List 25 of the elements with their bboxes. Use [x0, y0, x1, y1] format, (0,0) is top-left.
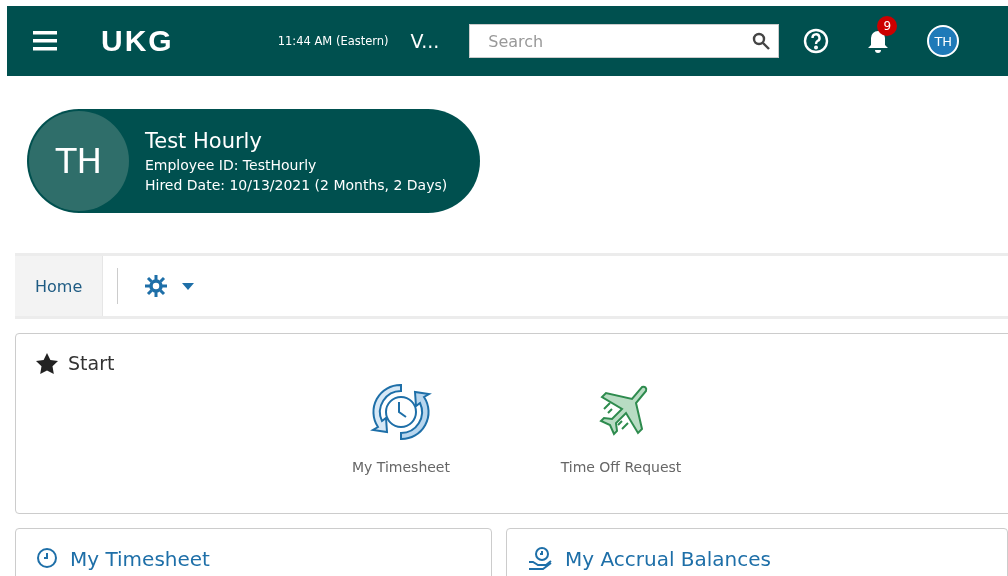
search-icon[interactable] — [752, 32, 771, 50]
caret-icon — [182, 282, 195, 290]
notification-badge: 9 — [877, 16, 898, 36]
employee-id: Employee ID: TestHourly — [145, 157, 318, 173]
logo[interactable]: UKG — [101, 24, 174, 58]
clock-refresh-icon — [370, 381, 432, 443]
user-avatar[interactable]: TH — [927, 25, 960, 57]
employee-name: Test Hourly — [145, 129, 263, 153]
tab[interactable]: Home — [15, 256, 104, 316]
help-icon[interactable] — [803, 28, 830, 54]
star-icon — [36, 352, 58, 374]
time-label: 11:44 AM (Eastern) — [277, 34, 389, 48]
page-title: V... — [410, 30, 440, 52]
clock-icon — [36, 547, 58, 569]
shortcut-tile[interactable]: Time Off Request — [546, 380, 696, 476]
hired-date: Hired Date: 10/13/2021 (2 Months, 2 Days) — [145, 177, 448, 193]
profile-avatar: TH — [29, 111, 129, 211]
search-field[interactable]: Search — [469, 24, 780, 58]
hand-clock-icon — [527, 547, 553, 571]
panel-title: Start — [68, 352, 115, 374]
settings-icon — [144, 274, 169, 298]
menu-icon[interactable] — [33, 30, 57, 52]
card-title[interactable]: My Accrual Balances — [565, 547, 771, 571]
card-title[interactable]: My Timesheet — [70, 547, 210, 571]
shortcut-tile[interactable]: My Timesheet — [326, 380, 476, 476]
